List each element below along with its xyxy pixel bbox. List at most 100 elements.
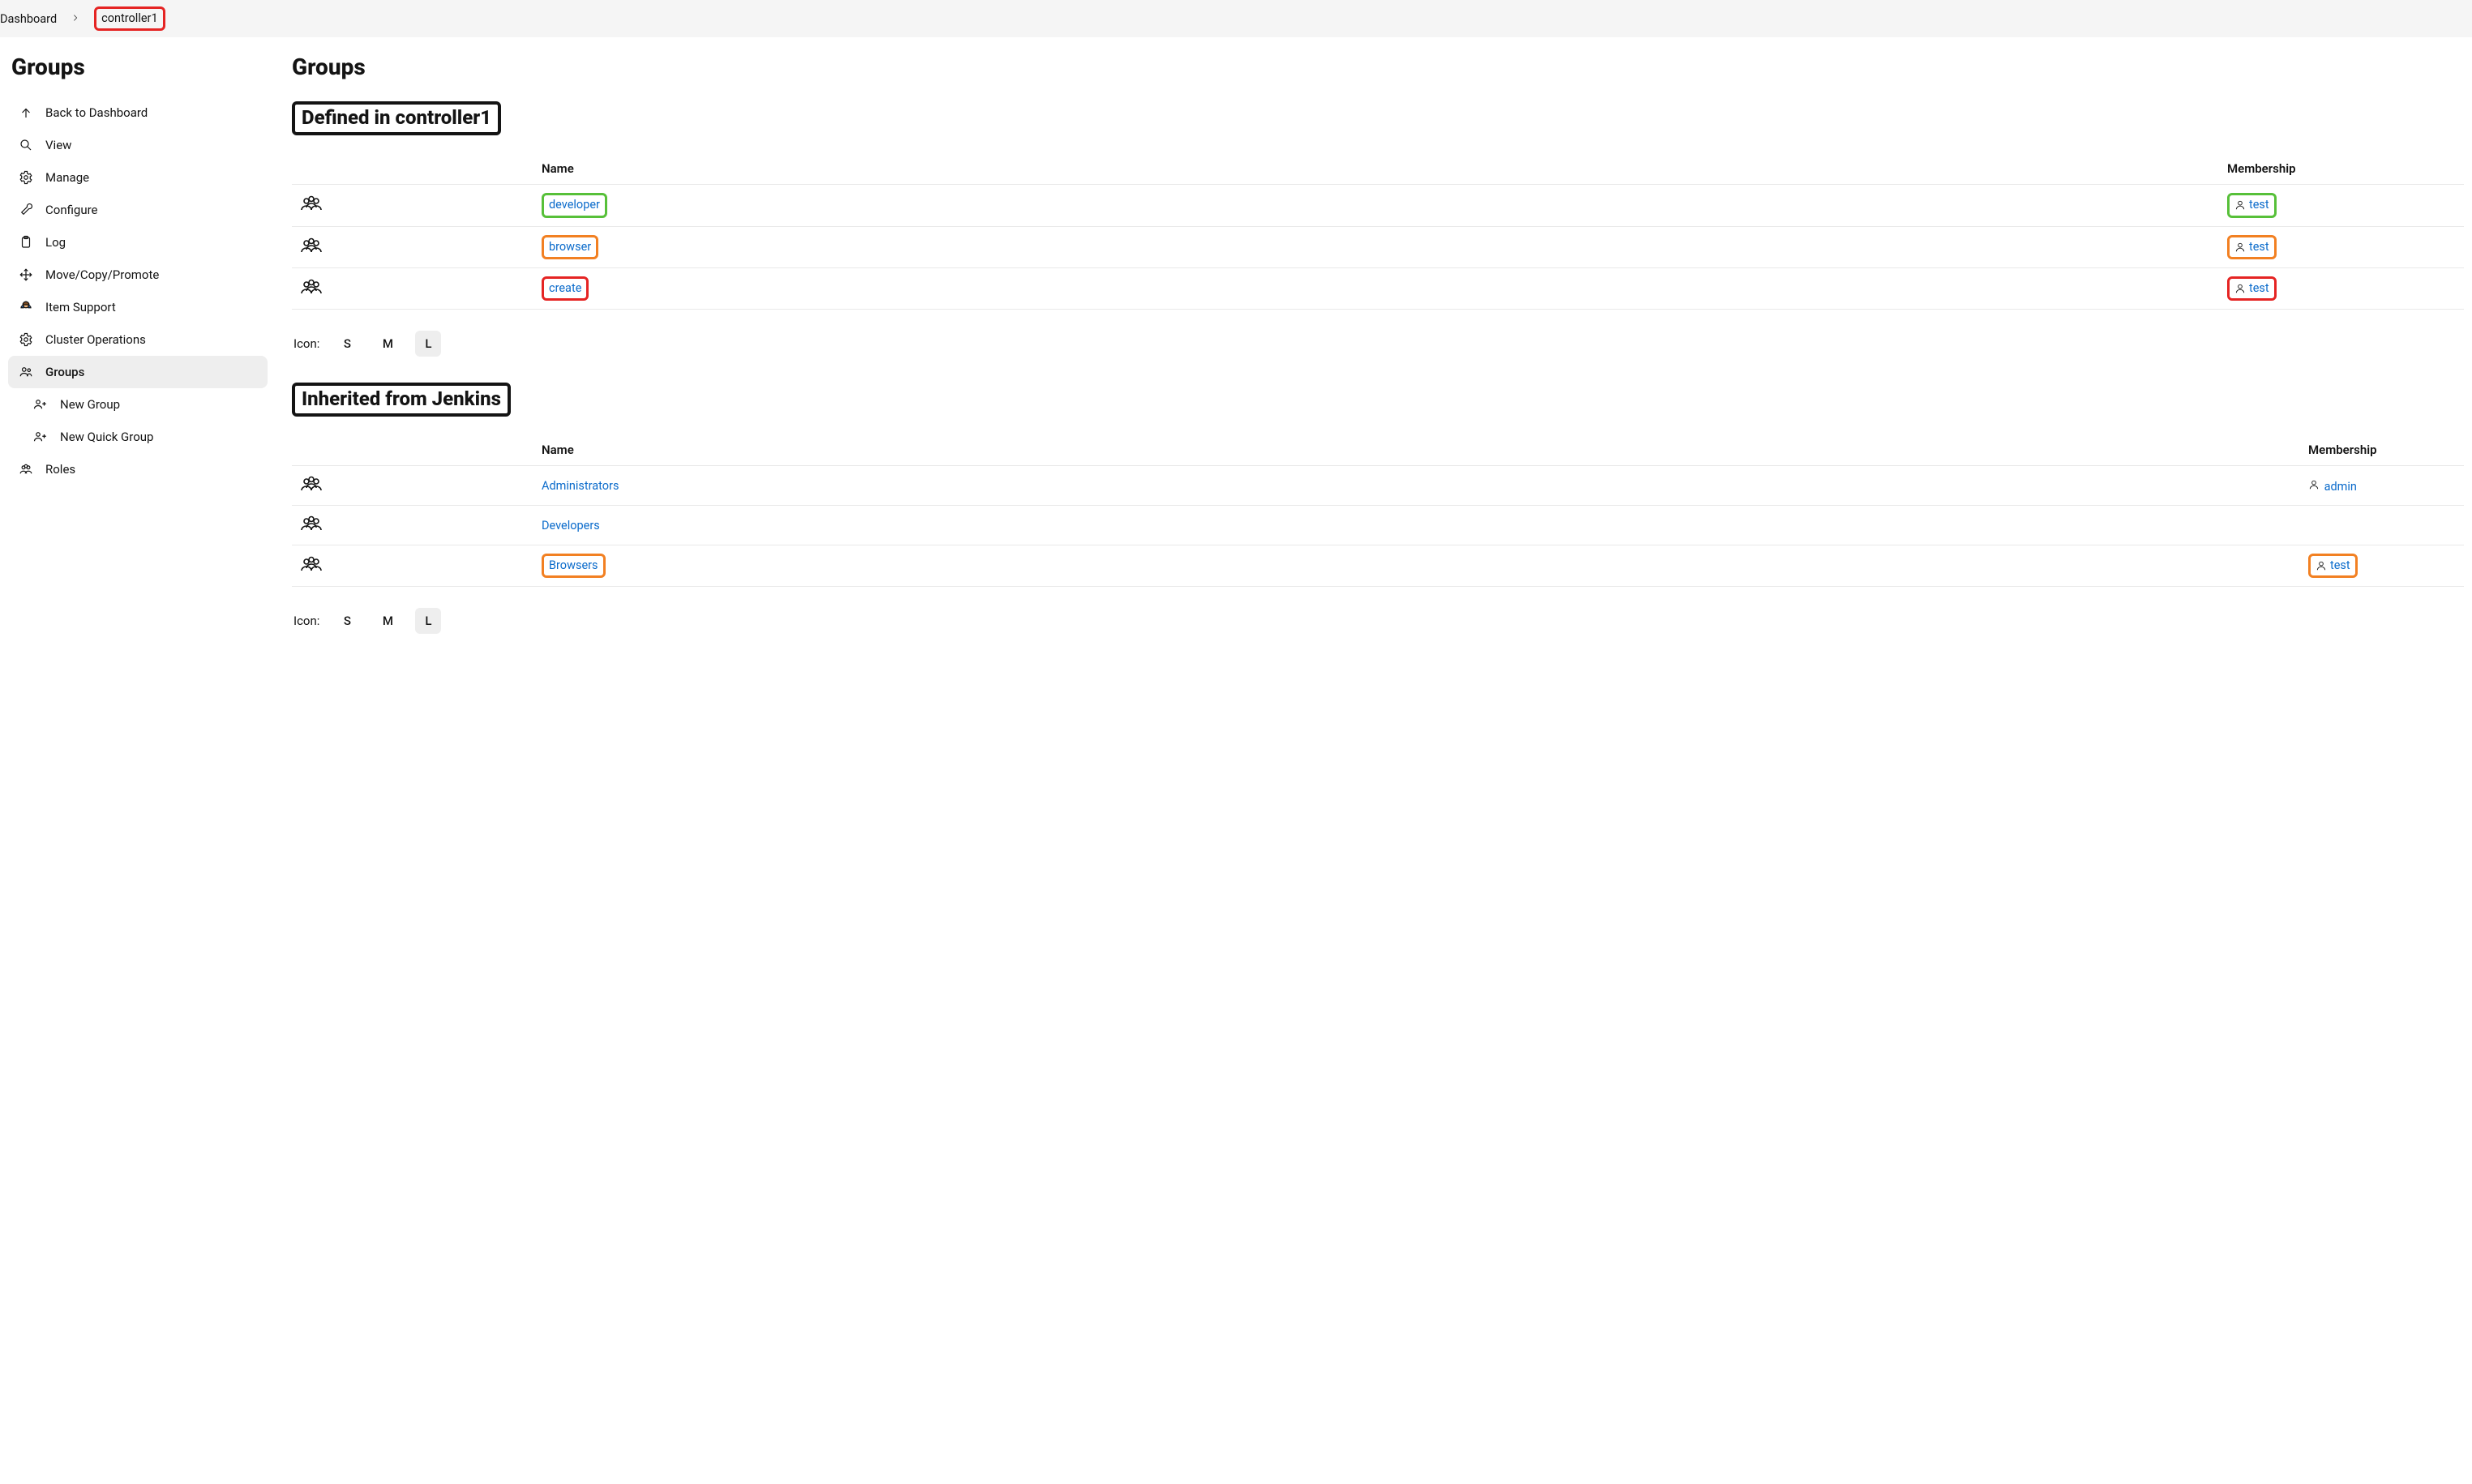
table-row: Browsers test [292, 545, 2464, 587]
sidebar-item-label: Back to Dashboard [45, 105, 148, 120]
membership-link[interactable]: test [2249, 280, 2269, 297]
group-icon [298, 474, 324, 494]
group-icon [298, 554, 324, 574]
move-icon [18, 267, 34, 283]
breadcrumb-current[interactable]: controller1 [101, 11, 157, 27]
sidebar-title: Groups [8, 53, 268, 80]
sidebar-item-label: Configure [45, 203, 98, 217]
user-icon [2234, 282, 2247, 295]
group-add-icon [32, 429, 49, 445]
membership-link[interactable]: test [2249, 197, 2269, 213]
breadcrumb-current-highlight: controller1 [94, 6, 165, 31]
arrow-up-icon [18, 105, 34, 121]
group-icon [298, 236, 324, 255]
icon-size-l[interactable]: L [415, 331, 441, 357]
sidebar-item-manage[interactable]: Manage [8, 161, 268, 194]
table-header-membership[interactable]: Membership [2221, 153, 2464, 185]
sidebar-item-view[interactable]: View [8, 129, 268, 161]
gear-icon [18, 169, 34, 186]
icon-size-s[interactable]: S [334, 331, 360, 357]
defined-groups-table: Name Membership developer [292, 153, 2464, 310]
group-icon [18, 364, 34, 380]
user-icon [2316, 559, 2328, 572]
section-defined-heading: Defined in controller1 [302, 106, 491, 129]
sidebar-item-new-quick-group[interactable]: New Quick Group [8, 421, 268, 453]
group-icon [18, 461, 34, 477]
table-row: create test [292, 267, 2464, 309]
gear-icon [18, 331, 34, 348]
section-defined-heading-highlight: Defined in controller1 [292, 101, 501, 135]
sidebar-item-new-group[interactable]: New Group [8, 388, 268, 421]
clipboard-icon [18, 234, 34, 250]
group-add-icon [32, 396, 49, 413]
breadcrumb-dashboard[interactable]: Dashboard [0, 12, 57, 26]
sidebar-item-label: Groups [45, 365, 84, 379]
inherited-groups-table: Name Membership Administrators [292, 434, 2464, 587]
group-name-link[interactable]: Administrators [542, 479, 619, 493]
section-inherited-heading: Inherited from Jenkins [302, 387, 501, 410]
sidebar-item-roles[interactable]: Roles [8, 453, 268, 485]
breadcrumb: Dashboard controller1 [0, 0, 2472, 37]
wrench-icon [18, 202, 34, 218]
icon-size-s[interactable]: S [334, 608, 360, 634]
table-row: Developers [292, 506, 2464, 545]
group-icon [298, 194, 324, 213]
sidebar-item-label: View [45, 138, 71, 152]
table-header-blank [292, 153, 535, 185]
icon-size-label: Icon: [293, 336, 319, 351]
icon-size-selector: Icon: S M L [293, 608, 2464, 634]
page-title: Groups [292, 53, 2464, 80]
icon-size-l[interactable]: L [415, 608, 441, 634]
table-row: developer test [292, 185, 2464, 226]
sidebar: Groups Back to Dashboard View Manage [0, 37, 276, 692]
icon-size-m[interactable]: M [375, 331, 401, 357]
sidebar-item-cluster[interactable]: Cluster Operations [8, 323, 268, 356]
group-name-link[interactable]: Developers [542, 519, 600, 532]
icon-size-m[interactable]: M [375, 608, 401, 634]
table-header-membership[interactable]: Membership [2302, 434, 2464, 466]
group-name-link[interactable]: Browsers [549, 558, 598, 574]
sidebar-item-label: Manage [45, 170, 89, 185]
group-name-highlight: browser [542, 235, 598, 259]
user-icon [2234, 241, 2247, 254]
group-icon [298, 277, 324, 297]
group-name-highlight: create [542, 276, 589, 301]
table-header-name[interactable]: Name [535, 434, 2302, 466]
chevron-right-icon [71, 14, 79, 24]
support-icon [18, 299, 34, 315]
table-row: Administrators admin [292, 466, 2464, 506]
group-name-highlight: developer [542, 193, 607, 217]
sidebar-item-label: Cluster Operations [45, 332, 146, 347]
membership-link[interactable]: test [2249, 239, 2269, 255]
table-header-name[interactable]: Name [535, 153, 2221, 185]
sidebar-item-support[interactable]: Item Support [8, 291, 268, 323]
membership-highlight: test [2308, 554, 2358, 578]
group-name-highlight: Browsers [542, 554, 606, 578]
table-header-blank [292, 434, 535, 466]
sidebar-item-label: Item Support [45, 300, 116, 314]
table-row: browser test [292, 226, 2464, 267]
sidebar-item-label: Log [45, 235, 66, 250]
group-name-link[interactable]: developer [549, 197, 600, 213]
sidebar-item-label: New Group [60, 397, 120, 412]
sidebar-item-label: Move/Copy/Promote [45, 267, 159, 282]
user-icon [2308, 478, 2321, 491]
section-inherited-heading-highlight: Inherited from Jenkins [292, 383, 511, 417]
group-name-link[interactable]: browser [549, 239, 591, 255]
sidebar-item-label: Roles [45, 462, 75, 477]
membership-highlight: test [2227, 235, 2277, 259]
membership-link[interactable]: admin [2324, 480, 2357, 494]
sidebar-item-groups[interactable]: Groups [8, 356, 268, 388]
sidebar-item-back[interactable]: Back to Dashboard [8, 96, 268, 129]
group-icon [298, 514, 324, 533]
membership-link[interactable]: test [2330, 558, 2350, 574]
sidebar-item-label: New Quick Group [60, 430, 153, 444]
icon-size-label: Icon: [293, 614, 319, 628]
sidebar-item-configure[interactable]: Configure [8, 194, 268, 226]
group-name-link[interactable]: create [549, 280, 581, 297]
search-icon [18, 137, 34, 153]
membership-highlight: test [2227, 193, 2277, 217]
sidebar-item-move[interactable]: Move/Copy/Promote [8, 259, 268, 291]
content: Groups Defined in controller1 Name Membe… [276, 37, 2472, 692]
sidebar-item-log[interactable]: Log [8, 226, 268, 259]
